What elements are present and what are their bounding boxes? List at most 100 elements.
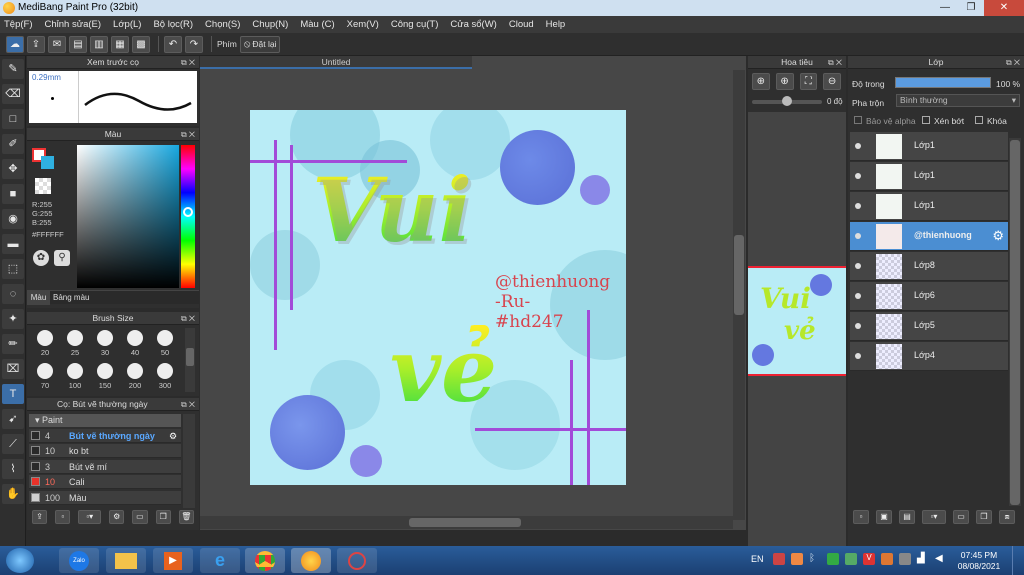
tab-color[interactable]: Màu [27,291,50,305]
undo-icon[interactable]: ↶ [164,35,182,53]
layer-row[interactable]: Lớp1 [850,162,1008,191]
tab-palette[interactable]: Bảng màu [53,291,89,305]
tray-app-icon[interactable] [845,553,857,565]
menu-window[interactable]: Cửa sổ(W) [450,19,496,30]
brush-list-scrollbar[interactable] [183,414,195,508]
layer-row[interactable]: Lớp5 [850,312,1008,341]
visibility-eye-icon[interactable] [855,323,861,329]
layer-settings-icon[interactable]: ⚙ [992,228,1004,244]
taskbar-zalo[interactable]: Zalo [59,548,99,573]
operation-tool-icon[interactable]: ➹ [2,409,24,429]
hue-slider-handle[interactable] [183,207,193,217]
panel-popout-close-icon[interactable]: ⧉ ✕ [181,312,195,325]
lasso-icon[interactable]: ◌ [2,284,24,304]
clip-checkbox[interactable] [922,116,930,124]
tray-app-icon[interactable] [791,553,803,565]
fit-screen-icon[interactable]: ⛶ [799,73,818,90]
lock-checkbox[interactable] [975,116,983,124]
minimize-button[interactable]: — [932,0,958,16]
brush-list-item[interactable]: 10 ko bt [29,444,181,459]
show-desktop-button[interactable] [1012,546,1024,575]
visibility-eye-icon[interactable] [855,143,861,149]
comic-icon[interactable]: ▦ [111,35,129,53]
brush-delete-icon[interactable]: 🗑 [178,510,194,524]
pen-tool-icon[interactable]: ✐ [2,134,24,154]
gradient-tool-icon[interactable]: ▬ [2,234,24,254]
zoom-in-icon[interactable]: ⊕ [752,73,770,90]
taskbar-medibang[interactable] [291,548,331,573]
layer-folder-icon[interactable]: ▭ [953,510,969,524]
menu-edit[interactable]: Chỉnh sửa(E) [45,19,102,30]
panel-popout-close-icon[interactable]: ⧉ ✕ [181,128,195,141]
transparent-color-swatch[interactable] [35,178,51,194]
panel-popout-close-icon[interactable]: ⧉ ✕ [181,398,195,411]
new-color-layer-icon[interactable]: ▣ [876,510,892,524]
magic-wand-icon[interactable]: ✦ [2,309,24,329]
tray-app-icon[interactable] [899,553,911,565]
canvas-vertical-scrollbar[interactable] [733,70,745,520]
text-tool-icon[interactable]: T [2,384,24,404]
brush-group-paint[interactable]: ▾ Paint [29,414,181,427]
new-halftone-layer-icon[interactable]: ▤ [899,510,915,524]
reset-snap-button[interactable]: ⦸ Đặt lại [239,35,281,53]
dot-tool-icon[interactable]: □ [2,109,24,129]
blend-mode-select[interactable]: Bình thường ▾ [896,94,1020,107]
volume-icon[interactable]: ◀ [935,553,947,565]
input-language[interactable]: EN [751,554,764,564]
zoom-out-icon[interactable]: ⊖ [823,73,841,90]
close-button[interactable]: ✕ [984,0,1024,16]
layer-scrollbar[interactable] [1009,138,1021,506]
brush-size-option[interactable]: 40 [121,328,149,359]
brush-size-option[interactable]: 70 [31,361,59,392]
clock[interactable]: 07:45 PM 08/08/2021 [955,550,1003,572]
layer-row[interactable]: Lớp4 [850,342,1008,371]
opacity-slider[interactable] [895,77,991,88]
visibility-eye-icon[interactable] [855,203,861,209]
cloud-icon[interactable]: ☁ [6,35,24,53]
brush-tool-icon[interactable]: ✎ [2,59,24,79]
fill-shape-icon[interactable]: ■ [2,184,24,204]
taskbar-chrome[interactable] [245,548,285,573]
new-layer-icon[interactable]: ▫ [853,510,869,524]
visibility-eye-icon[interactable] [855,353,861,359]
tray-app-icon[interactable] [773,553,785,565]
layer-row[interactable]: Lớp1 [850,132,1008,161]
taskbar-explorer[interactable] [106,548,146,573]
comment-icon[interactable]: ✉ [48,35,66,53]
brush-list-item[interactable]: 3 Bút vẽ mí [29,459,181,474]
share-icon[interactable]: ⇪ [27,35,45,53]
brush-size-option[interactable]: 100 [61,361,89,392]
document-icon[interactable]: ▤ [69,35,87,53]
menu-color[interactable]: Màu (C) [300,19,334,30]
brush-size-scrollbar[interactable] [185,328,195,392]
brush-size-option[interactable]: 300 [151,361,179,392]
brush-list-item[interactable]: 4 Bút vẽ thường ngày ⚙ [29,429,181,443]
rotation-slider-handle[interactable] [782,96,792,106]
brush-folder-icon[interactable]: ▭ [132,510,148,524]
hex-value[interactable]: #FFFFFF [32,230,64,239]
panel-popout-close-icon[interactable]: ⧉ ✕ [1006,56,1020,69]
menu-view[interactable]: Xem(V) [347,19,379,30]
start-button[interactable] [6,548,34,573]
color-saturation-field[interactable] [77,145,179,288]
move-tool-icon[interactable]: ✥ [2,159,24,179]
scrollbar-thumb[interactable] [186,348,194,366]
scrollbar-thumb[interactable] [734,235,744,315]
panel-popout-close-icon[interactable]: ⧉ ✕ [828,56,842,69]
panel-popout-close-icon[interactable]: ⧉ ✕ [181,56,195,69]
zoom-in-alt-icon[interactable]: ⊕ [775,73,794,90]
layer-row[interactable]: Lớp6 [850,282,1008,311]
add-layer-menu-icon[interactable]: ▫▾ [922,510,946,524]
menu-file[interactable]: Tệp(F) [4,19,33,30]
select-rect-icon[interactable]: ⬚ [2,259,24,279]
eraser-tool-icon[interactable]: ⌫ [2,84,24,104]
canvas-horizontal-scrollbar[interactable] [200,516,733,529]
taskbar-ie[interactable]: e [200,548,240,573]
secondary-color-swatch[interactable] [41,156,54,169]
menu-tools[interactable]: Công cụ(T) [391,19,439,30]
brush-settings-icon[interactable]: ⚙ [169,429,177,443]
select-eraser-icon[interactable]: ⌧ [2,359,24,379]
visibility-eye-icon[interactable] [855,293,861,299]
taskbar-media-player[interactable]: ▶ [153,548,193,573]
network-icon[interactable]: ▟ [917,553,929,565]
